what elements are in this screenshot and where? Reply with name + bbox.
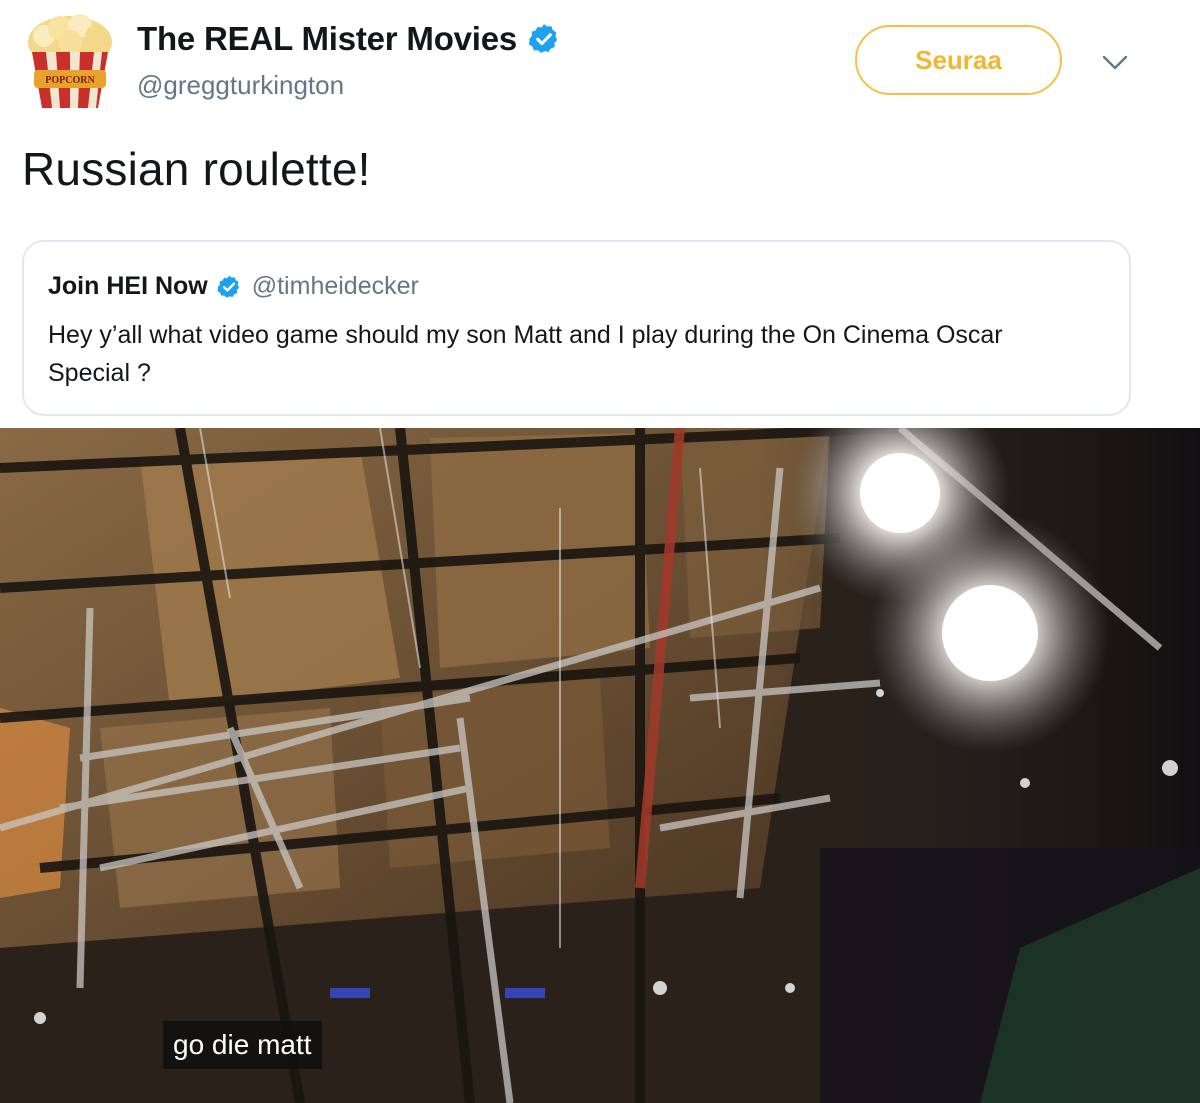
video-frame [0, 428, 1200, 1103]
video-caption: go die matt [163, 1021, 322, 1069]
quoted-tweet-text: Hey y’all what video game should my son … [48, 321, 1003, 387]
tweet-text: Russian roulette! [22, 143, 371, 195]
video-player[interactable] [0, 428, 1200, 1103]
quoted-author-handle: @timheidecker [251, 272, 419, 300]
follow-button[interactable]: Seuraa [855, 25, 1062, 95]
verified-badge-icon [216, 274, 242, 300]
quoted-tweet[interactable]: Join HEI Now @timheidecker Hey y’all wha… [22, 240, 1131, 416]
svg-text:POPCORN: POPCORN [45, 75, 95, 86]
quoted-tweet-header: Join HEI Now @timheidecker [48, 272, 419, 301]
author-display-name[interactable]: The REAL Mister Movies [137, 20, 517, 58]
author-handle[interactable]: @greggturkington [137, 70, 344, 101]
tweet-header: POPCORN The REAL Mister Movies @greggtur… [0, 0, 1200, 120]
avatar[interactable]: POPCORN [24, 12, 116, 112]
verified-badge-icon [527, 22, 561, 56]
chevron-down-icon[interactable] [1100, 50, 1130, 74]
quoted-author-name: Join HEI Now [48, 272, 208, 300]
author-name-row: The REAL Mister Movies [137, 20, 561, 58]
